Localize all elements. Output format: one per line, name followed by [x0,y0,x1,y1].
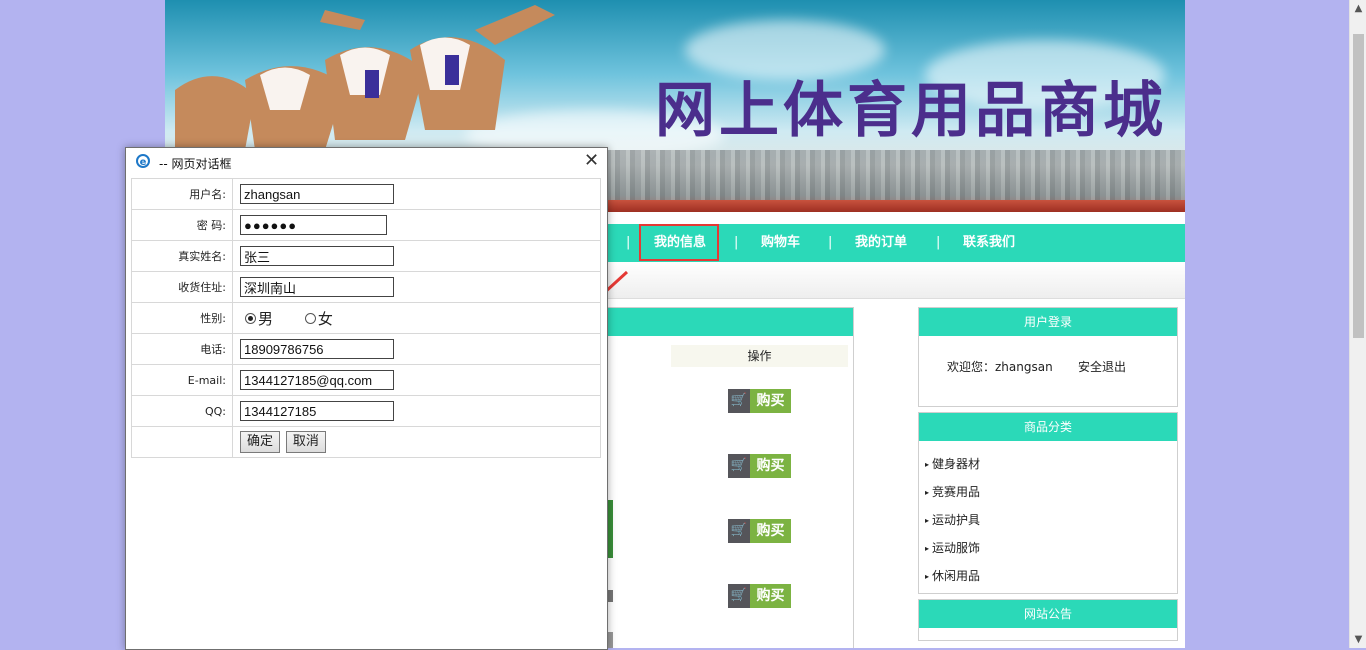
nav-separator: | [626,235,631,250]
dialog-title: -- 网页对话框 [159,157,232,171]
email-label: E-mail: [131,364,233,396]
dialog-titlebar: e -- 网页对话框 ✕ [126,148,607,176]
category-item[interactable]: ▸ 运动护具 [925,511,980,528]
buy-button[interactable]: 🛒 购买 [728,519,791,543]
buy-button[interactable]: 🛒 购买 [728,389,791,413]
buy-label: 购买 [750,389,791,413]
nav-separator: | [828,235,833,250]
user-login-box: 用户登录 欢迎您：zhangsan 安全退出 [918,307,1178,407]
nav-item-cart[interactable]: 购物车 [761,224,800,262]
category-label: 运动服饰 [932,541,981,555]
qq-label: QQ: [131,395,233,427]
site-title: 网上体育用品商城 [655,76,1167,146]
category-label: 运动护具 [932,513,981,527]
category-item[interactable]: ▸ 运动服饰 [925,539,980,556]
user-login-title: 用户登录 [919,308,1177,336]
qq-field[interactable]: 1344127185 [240,401,394,421]
category-label: 健身器材 [932,457,981,471]
category-label: 竞赛用品 [932,485,981,499]
cancel-button[interactable]: 取消 [285,431,326,453]
cart-icon: 🛒 [728,584,750,608]
vertical-scrollbar[interactable]: ▲ ▼ [1349,0,1366,648]
buy-label: 购买 [750,519,791,543]
ie-icon: e [136,154,150,168]
address-field[interactable]: 深圳南山 [240,277,394,297]
nav-highlight-box [639,224,719,261]
welcome-text: 欢迎您：zhangsan [947,360,1053,374]
category-item[interactable]: ▸ 竞赛用品 [925,483,980,500]
bullet-icon: ▸ [925,460,930,469]
address-label: 收货住址: [131,271,233,303]
product-panel-header [606,308,853,336]
athletes-image [175,5,555,150]
phone-label: 电话: [131,333,233,365]
scroll-up-icon[interactable]: ▲ [1350,0,1366,17]
password-field[interactable]: ●●●●●● [240,215,387,235]
realname-label: 真实姓名: [131,240,233,272]
bullet-icon: ▸ [925,544,930,553]
username-field[interactable]: zhangsan [240,184,394,204]
category-label: 休闲用品 [932,569,981,583]
bullet-icon: ▸ [925,516,930,525]
bullet-icon: ▸ [925,572,930,581]
nav-separator: | [936,235,941,250]
buy-label: 购买 [750,584,791,608]
profile-dialog: e -- 网页对话框 ✕ 用户名: zhangsan 密 码: ●●●●●● 真… [125,147,608,650]
confirm-button[interactable]: 确定 [240,431,281,453]
username-label: 用户名: [131,178,233,210]
category-item[interactable]: ▸ 健身器材 [925,455,980,472]
nav-separator: | [734,235,739,250]
gender-male-radio[interactable] [245,312,256,324]
bullet-icon: ▸ [925,488,930,497]
scroll-thumb[interactable] [1353,34,1364,338]
scroll-down-icon[interactable]: ▼ [1350,631,1366,648]
column-header-action: 操作 [671,345,848,367]
cart-icon: 🛒 [728,389,750,413]
buy-button[interactable]: 🛒 购买 [728,454,791,478]
realname-field[interactable]: 张三 [240,246,394,266]
phone-field[interactable]: 18909786756 [240,339,394,359]
profile-form: 用户名: zhangsan 密 码: ●●●●●● 真实姓名: 张三 收货住址:… [131,178,601,458]
notice-box: 网站公告 [918,599,1178,641]
empty-label-cell [131,426,233,458]
close-icon[interactable]: ✕ [584,152,599,170]
logout-link[interactable]: 安全退出 [1078,358,1126,375]
gender-female-label: 女 [317,309,333,328]
buy-label: 购买 [750,454,791,478]
gender-label: 性别: [131,302,233,334]
email-field[interactable]: 1344127185@qq.com [240,370,394,390]
gender-female-radio[interactable] [304,312,316,324]
category-box: 商品分类 ▸ 健身器材 ▸ 竞赛用品 ▸ 运动护具 ▸ 运动服饰 ▸ 休闲用品 [918,412,1178,594]
password-label: 密 码: [131,209,233,241]
buy-button[interactable]: 🛒 购买 [728,584,791,608]
cart-icon: 🛒 [728,454,750,478]
notice-title: 网站公告 [919,600,1177,628]
gender-male-label: 男 [258,309,274,328]
category-title: 商品分类 [919,413,1177,441]
nav-item-contact[interactable]: 联系我们 [963,224,1015,262]
cart-icon: 🛒 [728,519,750,543]
category-item[interactable]: ▸ 休闲用品 [925,567,980,584]
nav-item-my-orders[interactable]: 我的订单 [855,224,907,262]
product-panel: 操作 🛒 购买 🛒 购买 🛒 购买 🛒 购买 [605,307,854,648]
